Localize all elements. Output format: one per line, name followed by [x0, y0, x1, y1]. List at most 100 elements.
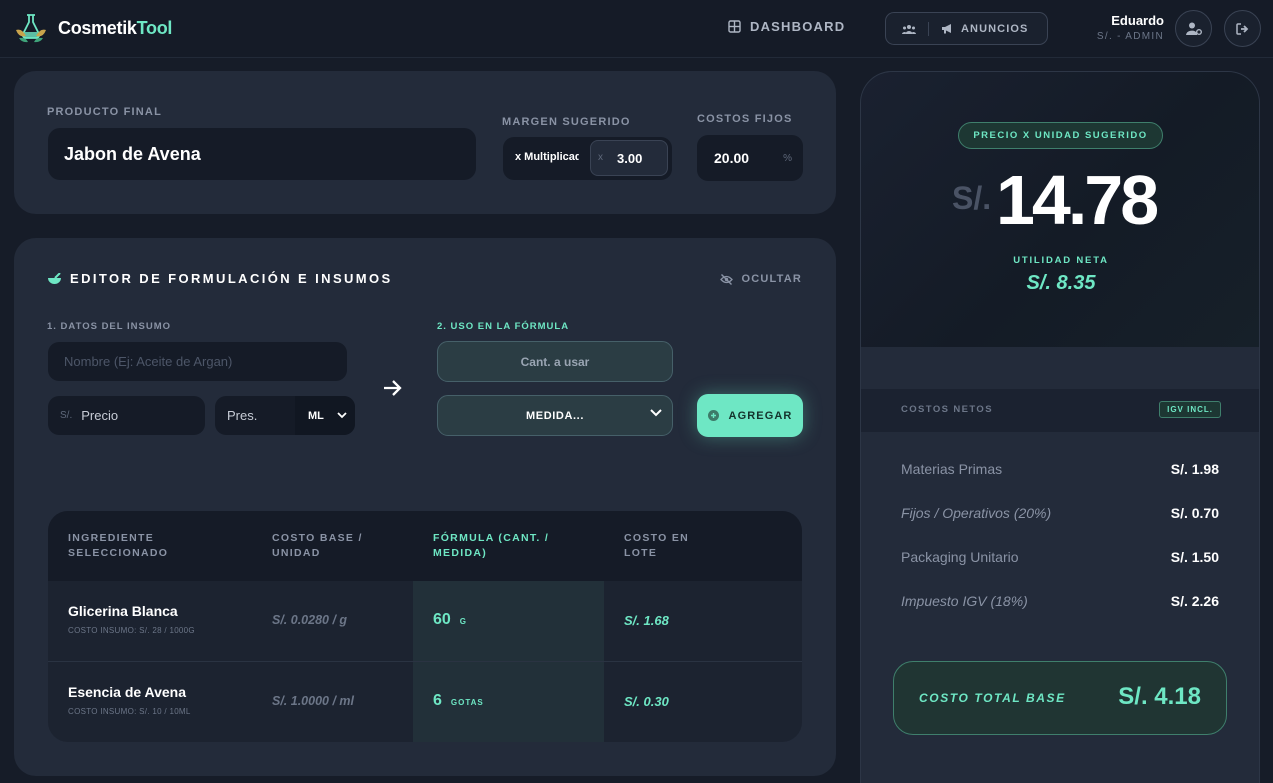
margin-label: MARGEN SUGERIDO [502, 116, 631, 128]
announcements-link[interactable]: ANUNCIOS [961, 23, 1028, 35]
presentation-placeholder: Pres. [227, 408, 258, 423]
price-summary-panel: PRECIO X UNIDAD SUGERIDO S/. 14.78 UTILI… [860, 71, 1260, 783]
suggested-price-badge: PRECIO X UNIDAD SUGERIDO [958, 122, 1163, 149]
cost-value: S/. 1.50 [1170, 549, 1219, 565]
ingredient-cost-note: COSTO INSUMO: S/. 10 / 10ML [68, 707, 191, 716]
chevron-down-icon [337, 412, 347, 419]
supply-name-input[interactable]: Nombre (Ej: Aceite de Argan) [48, 342, 347, 381]
cost-row: Impuesto IGV (18%) S/. 2.26 [901, 593, 1219, 613]
logout-button[interactable] [1224, 10, 1261, 47]
th-ingredient: INGREDIENTE SELECCIONADO [68, 531, 168, 561]
quantity-value: 6 [433, 692, 442, 709]
th-lot-cost: COSTO EN LOTE [624, 531, 689, 561]
add-button[interactable]: AGREGAR [697, 394, 803, 437]
hide-button[interactable]: OCULTAR [720, 273, 802, 285]
net-costs-header: COSTOS NETOS IGV INCL. [861, 389, 1259, 432]
net-costs-label: COSTOS NETOS [901, 404, 993, 415]
cost-value: S/. 1.98 [1170, 461, 1219, 477]
editor-title-text: EDITOR DE FORMULACIÓN E INSUMOS [70, 271, 393, 286]
cost-row: Packaging Unitario S/. 1.50 [901, 549, 1219, 569]
margin-input[interactable]: x 3.00 [590, 140, 668, 176]
product-card: PRODUCTO FINAL Jabon de Avena MARGEN SUG… [14, 71, 836, 214]
mortar-icon [48, 272, 61, 284]
chevron-down-icon [650, 409, 662, 417]
fixed-costs-label: COSTOS FIJOS [697, 113, 793, 125]
nav-separator [928, 21, 929, 36]
th-base-cost-line1: COSTO BASE / [272, 532, 363, 544]
ingredients-table: INGREDIENTE SELECCIONADO COSTO BASE / UN… [48, 511, 802, 742]
price-currency: S/. [952, 180, 992, 216]
user-role: S/. - ADMIN [1096, 31, 1164, 42]
measure-value: MEDIDA... [526, 409, 584, 422]
presentation-input[interactable]: Pres. ML [215, 396, 355, 435]
eye-slash-icon [720, 273, 734, 285]
fixed-costs-unit: % [783, 153, 792, 164]
lot-cost: S/. 1.68 [624, 613, 669, 628]
user-name: Eduardo [1111, 13, 1164, 28]
measure-select[interactable]: MEDIDA... [437, 395, 673, 436]
ingredient-cost-note: COSTO INSUMO: S/. 28 / 1000G [68, 626, 195, 635]
th-formula-line2: MEDIDA) [433, 547, 488, 559]
cost-label: Impuesto IGV (18%) [901, 593, 1028, 609]
user-settings-button[interactable] [1175, 10, 1212, 47]
final-product-label: PRODUCTO FINAL [47, 106, 162, 118]
arrow-right-icon [384, 380, 402, 396]
igv-badge: IGV INCL. [1159, 401, 1221, 418]
presentation-unit-select[interactable]: ML [295, 396, 355, 435]
brand[interactable]: CosmetikTool [14, 12, 172, 44]
plus-circle-icon [707, 410, 719, 421]
price-input[interactable]: S/. Precio [48, 396, 205, 435]
brand-name-part1: Cosmetik [58, 17, 137, 38]
quantity-value: 60 [433, 611, 451, 628]
th-ingredient-line1: INGREDIENTE [68, 532, 155, 544]
users-icon[interactable] [902, 24, 916, 34]
brand-name-part2: Tool [136, 17, 173, 38]
lot-cost: S/. 0.30 [624, 694, 669, 709]
editor-title: EDITOR DE FORMULACIÓN E INSUMOS [48, 271, 393, 286]
total-cost-value: S/. 4.18 [1118, 683, 1201, 710]
th-base-cost: COSTO BASE / UNIDAD [272, 531, 363, 561]
dashboard-link[interactable]: DASHBOARD [728, 19, 845, 34]
ingredient-name: Glicerina Blanca [68, 603, 178, 619]
margin-x: x [598, 152, 603, 163]
th-lot-cost-line2: LOTE [624, 547, 658, 559]
section-supply-label: 1. DATOS DEL INSUMO [47, 321, 172, 332]
price-placeholder: Precio [81, 408, 119, 423]
margin-value: 3.00 [617, 151, 643, 166]
section-formula-label: 2. USO EN LA FÓRMULA [437, 321, 570, 332]
table-row[interactable]: Glicerina Blanca COSTO INSUMO: S/. 28 / … [48, 581, 802, 661]
top-navbar: CosmetikTool DASHBOARD ANUNCIOS Eduardo … [0, 0, 1273, 58]
formula-quantity: 60 G [433, 611, 467, 629]
fixed-costs-input[interactable]: 20.00 % [697, 135, 803, 181]
panel-divider [861, 347, 1259, 389]
cost-row: Fijos / Operativos (20%) S/. 0.70 [901, 505, 1219, 525]
price-hero: PRECIO X UNIDAD SUGERIDO S/. 14.78 UTILI… [861, 72, 1259, 347]
base-cost: S/. 0.0280 / g [272, 613, 348, 627]
user-gear-icon [1185, 22, 1202, 35]
th-formula: FÓRMULA (CANT. / MEDIDA) [433, 531, 549, 561]
table-row[interactable]: Esencia de Avena COSTO INSUMO: S/. 10 / … [48, 661, 802, 741]
cost-row: Materias Primas S/. 1.98 [901, 461, 1219, 481]
suggested-price-value: 14.78 [996, 161, 1159, 239]
margin-prefix: x Multiplicador [515, 151, 579, 163]
total-cost-label: COSTO TOTAL BASE [919, 691, 1066, 705]
fixed-costs-value: 20.00 [714, 150, 750, 166]
table-header: INGREDIENTE SELECCIONADO COSTO BASE / UN… [48, 511, 802, 581]
nav-pill: ANUNCIOS [885, 12, 1048, 45]
flask-leaf-logo-icon [16, 14, 46, 43]
grid-icon [728, 20, 741, 33]
cost-label: Packaging Unitario [901, 549, 1019, 565]
cost-label: Fijos / Operativos (20%) [901, 505, 1052, 521]
total-cost-box: COSTO TOTAL BASE S/. 4.18 [893, 661, 1227, 735]
cost-value: S/. 0.70 [1170, 505, 1219, 521]
final-product-input[interactable]: Jabon de Avena [48, 128, 476, 180]
editor-card: EDITOR DE FORMULACIÓN E INSUMOS OCULTAR … [14, 238, 836, 776]
th-base-cost-line2: UNIDAD [272, 547, 321, 559]
net-profit-value: S/. 8.35 [1026, 272, 1096, 294]
megaphone-icon [942, 24, 951, 34]
cost-label: Materias Primas [901, 461, 1003, 477]
quantity-input[interactable]: Cant. a usar [437, 341, 673, 382]
user-info: Eduardo S/. - ADMIN [1097, 13, 1164, 42]
cost-value: S/. 2.26 [1170, 593, 1219, 609]
presentation-unit-value: ML [308, 409, 324, 422]
